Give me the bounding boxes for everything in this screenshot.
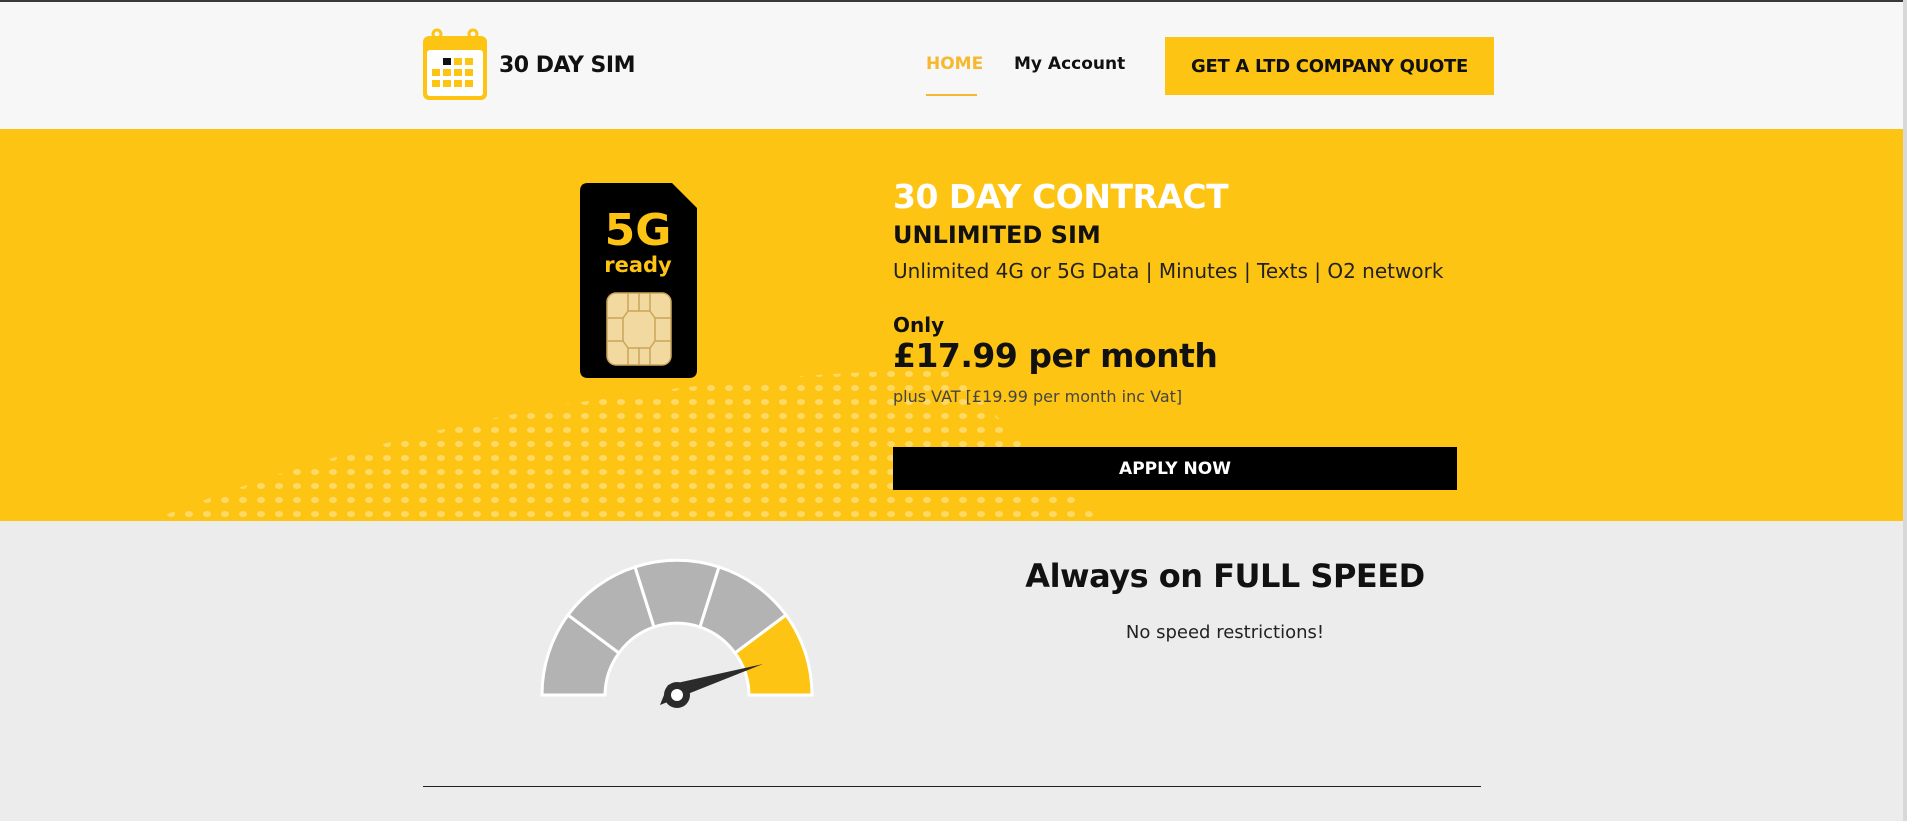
logo-text: 30 DAY SIM: [499, 52, 635, 78]
nav-home-link[interactable]: HOME: [926, 54, 983, 74]
nav-active-underline: [926, 94, 977, 96]
vat-note: plus VAT [£19.99 per month inc Vat]: [893, 387, 1183, 406]
speed-description: No speed restrictions!: [1125, 622, 1325, 643]
page-right-edge: [1903, 0, 1907, 821]
sim-card-image: 5G ready: [580, 183, 697, 378]
apply-now-button[interactable]: APPLY NOW: [893, 447, 1457, 490]
nav-my-account-link[interactable]: My Account: [1014, 54, 1125, 74]
get-quote-button[interactable]: GET A LTD COMPANY QUOTE: [1165, 37, 1494, 95]
hero-title: 30 DAY CONTRACT: [893, 177, 1229, 216]
speed-heading: Always on FULL SPEED: [1025, 557, 1425, 595]
speedometer-icon: [540, 558, 814, 708]
hero-features: Unlimited 4G or 5G Data | Minutes | Text…: [893, 259, 1444, 283]
site-logo[interactable]: 30 DAY SIM: [421, 28, 635, 102]
hero-price: £17.99 per month: [893, 336, 1218, 375]
site-header: 30 DAY SIM HOME My Account GET A LTD COM…: [0, 2, 1907, 129]
sim-ready-label: ready: [604, 253, 672, 277]
calendar-icon: [423, 28, 487, 100]
sim-5g-label: 5G: [605, 205, 672, 256]
hero-banner: 5G ready 30 DAY CONTRACT UNLIMITED SIM U…: [0, 129, 1903, 521]
price-prefix: Only: [893, 313, 945, 337]
hero-subtitle: UNLIMITED SIM: [893, 221, 1101, 249]
section-divider: [423, 786, 1481, 787]
